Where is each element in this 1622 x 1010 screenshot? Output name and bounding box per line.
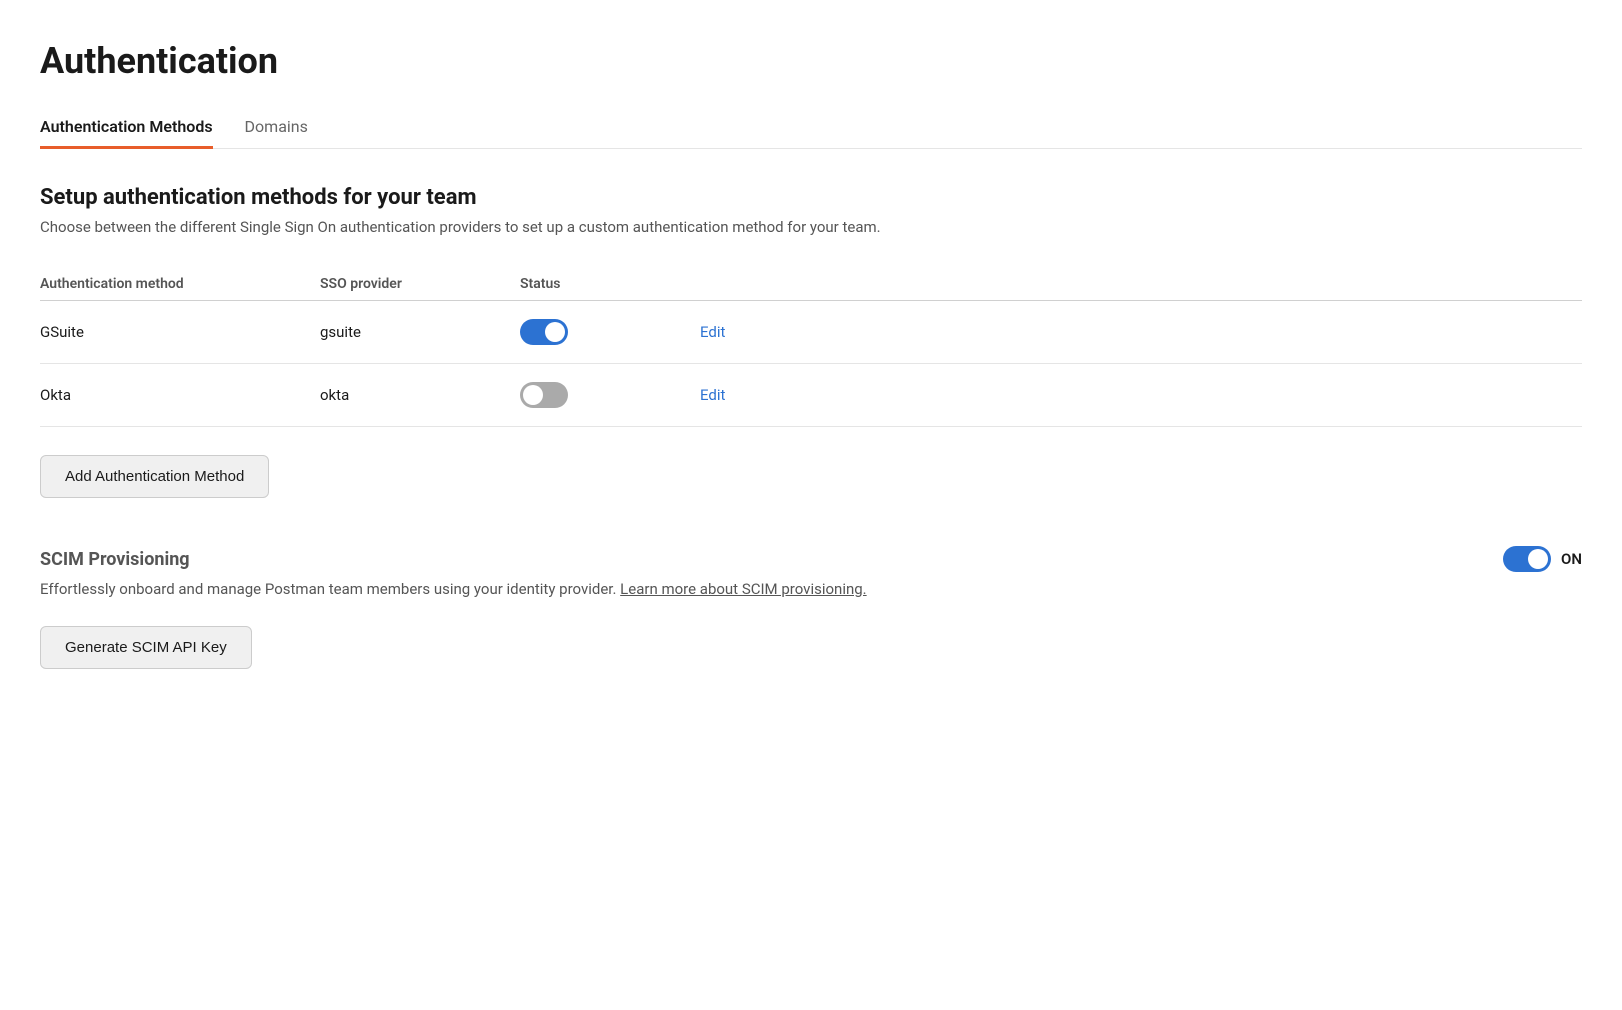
scim-description-text: Effortlessly onboard and manage Postman … — [40, 580, 616, 598]
tabs-container: Authentication Methods Domains — [40, 106, 1582, 149]
page-title: Authentication — [40, 40, 1582, 82]
table-header: Authentication method SSO provider Statu… — [40, 268, 1582, 301]
okta-status-toggle-cell — [520, 382, 700, 408]
add-authentication-method-button[interactable]: Add Authentication Method — [40, 455, 269, 498]
auth-method-header: Authentication method — [40, 276, 320, 292]
gsuite-toggle[interactable] — [520, 319, 568, 345]
scim-header: SCIM Provisioning ON — [40, 546, 1582, 572]
table-row: GSuite gsuite Edit — [40, 301, 1582, 364]
scim-title: SCIM Provisioning — [40, 549, 190, 570]
okta-method-name: Okta — [40, 386, 320, 404]
okta-provider-name: okta — [320, 386, 520, 404]
okta-edit-cell: Edit — [700, 386, 780, 404]
sso-provider-header: SSO provider — [320, 276, 520, 292]
gsuite-edit-button[interactable]: Edit — [700, 323, 725, 341]
scim-toggle-slider — [1503, 546, 1551, 572]
okta-toggle-slider — [520, 382, 568, 408]
tab-domains[interactable]: Domains — [245, 107, 308, 149]
scim-learn-more-link[interactable]: Learn more about SCIM provisioning. — [620, 580, 866, 598]
scim-on-label: ON — [1561, 550, 1582, 568]
gsuite-method-name: GSuite — [40, 323, 320, 341]
table-row: Okta okta Edit — [40, 364, 1582, 427]
scim-toggle-area: ON — [1503, 546, 1582, 572]
scim-description: Effortlessly onboard and manage Postman … — [40, 580, 940, 598]
tab-authentication-methods[interactable]: Authentication Methods — [40, 107, 213, 149]
section-description: Choose between the different Single Sign… — [40, 218, 1582, 236]
gsuite-toggle-slider — [520, 319, 568, 345]
okta-edit-button[interactable]: Edit — [700, 386, 725, 404]
gsuite-status-toggle-cell — [520, 319, 700, 345]
scim-section: SCIM Provisioning ON Effortlessly onboar… — [40, 546, 1582, 669]
actions-header — [700, 276, 780, 292]
scim-toggle[interactable] — [1503, 546, 1551, 572]
generate-scim-api-key-button[interactable]: Generate SCIM API Key — [40, 626, 252, 669]
gsuite-edit-cell: Edit — [700, 323, 780, 341]
section-title: Setup authentication methods for your te… — [40, 185, 1582, 210]
status-header: Status — [520, 276, 700, 292]
gsuite-provider-name: gsuite — [320, 323, 520, 341]
okta-toggle[interactable] — [520, 382, 568, 408]
